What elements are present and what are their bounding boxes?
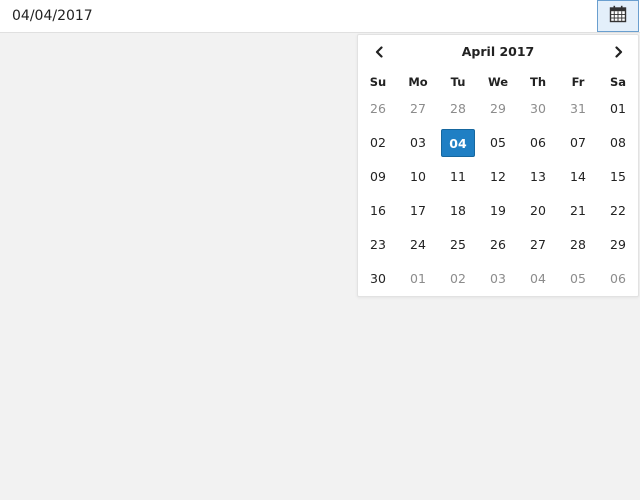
weekday-label: Sa <box>609 75 627 89</box>
prev-month-button[interactable] <box>364 40 394 64</box>
day-cell[interactable]: 02 <box>441 265 475 293</box>
datepicker-header: April 2017 <box>358 35 638 69</box>
weekday-label: Mo <box>408 75 428 89</box>
day-cell[interactable]: 02 <box>361 129 395 157</box>
day-cell[interactable]: 31 <box>561 95 595 123</box>
day-cell[interactable]: 01 <box>601 95 635 123</box>
day-cell[interactable]: 13 <box>521 163 555 191</box>
datepicker-popup: April 2017 Su Mo Tu We Th Fr Sa 26 27 28 29 30 31 01… <box>357 34 639 297</box>
day-cell[interactable]: 30 <box>521 95 555 123</box>
day-cell[interactable]: 06 <box>521 129 555 157</box>
day-cell[interactable]: 28 <box>441 95 475 123</box>
day-cell[interactable]: 26 <box>361 95 395 123</box>
day-cell[interactable]: 26 <box>481 231 515 259</box>
day-cell[interactable]: 09 <box>361 163 395 191</box>
day-cell[interactable]: 28 <box>561 231 595 259</box>
day-cell[interactable]: 16 <box>361 197 395 225</box>
day-cell[interactable]: 23 <box>361 231 395 259</box>
weekday-header-row: Su Mo Tu We Th Fr Sa <box>358 69 638 95</box>
day-cell[interactable]: 29 <box>601 231 635 259</box>
day-cell[interactable]: 06 <box>601 265 635 293</box>
calendar-grid: 26 27 28 29 30 31 01 02 03 04 05 06 07 08 09 10 11 12 13 14… <box>358 95 638 299</box>
day-cell[interactable]: 17 <box>401 197 435 225</box>
chevron-left-icon <box>374 43 384 62</box>
month-title[interactable]: April 2017 <box>398 35 598 69</box>
day-cell[interactable]: 29 <box>481 95 515 123</box>
weekday-label: Tu <box>450 75 466 89</box>
day-cell[interactable]: 01 <box>401 265 435 293</box>
day-cell[interactable]: 14 <box>561 163 595 191</box>
day-cell[interactable]: 21 <box>561 197 595 225</box>
day-cell[interactable]: 03 <box>401 129 435 157</box>
day-cell-selected[interactable]: 04 <box>441 129 475 157</box>
day-cell[interactable]: 22 <box>601 197 635 225</box>
weekday-label: We <box>487 75 509 89</box>
date-input[interactable] <box>0 0 597 32</box>
day-cell[interactable]: 19 <box>481 197 515 225</box>
day-cell[interactable]: 04 <box>521 265 555 293</box>
day-cell[interactable]: 24 <box>401 231 435 259</box>
day-cell[interactable]: 18 <box>441 197 475 225</box>
day-cell[interactable]: 05 <box>561 265 595 293</box>
day-cell[interactable]: 11 <box>441 163 475 191</box>
day-cell[interactable]: 25 <box>441 231 475 259</box>
day-cell[interactable]: 10 <box>401 163 435 191</box>
day-cell[interactable]: 27 <box>401 95 435 123</box>
day-cell[interactable]: 27 <box>521 231 555 259</box>
day-cell[interactable]: 03 <box>481 265 515 293</box>
weekday-label: Th <box>529 75 547 89</box>
chevron-right-icon <box>614 43 624 62</box>
calendar-button[interactable] <box>597 0 639 32</box>
date-input-container <box>0 0 640 33</box>
weekday-label: Fr <box>571 75 585 89</box>
day-cell[interactable]: 30 <box>361 265 395 293</box>
day-cell[interactable]: 05 <box>481 129 515 157</box>
calendar-icon <box>609 5 627 27</box>
next-month-button[interactable] <box>604 40 634 64</box>
day-cell[interactable]: 20 <box>521 197 555 225</box>
weekday-label: Su <box>369 75 387 89</box>
day-cell[interactable]: 15 <box>601 163 635 191</box>
day-cell[interactable]: 12 <box>481 163 515 191</box>
day-cell[interactable]: 08 <box>601 129 635 157</box>
day-cell[interactable]: 07 <box>561 129 595 157</box>
